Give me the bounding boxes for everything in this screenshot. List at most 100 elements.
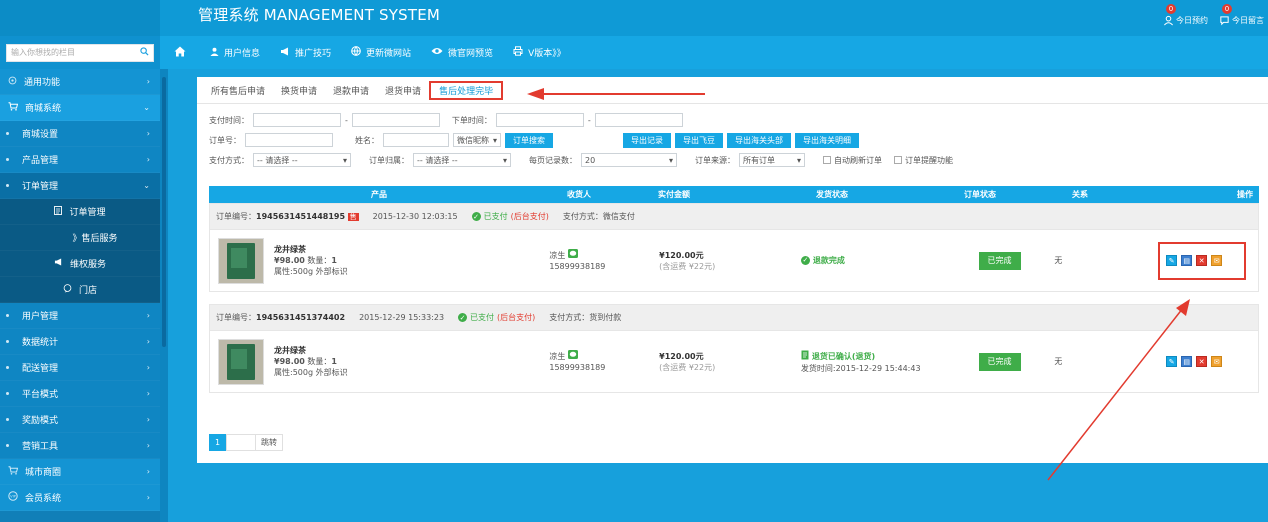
order-group-label: 订单归属： [369,155,409,165]
sidebar-subitem-rights[interactable]: 维权服务 [0,251,160,277]
product-image[interactable] [218,338,264,385]
top-navbar: 用户信息 推广技巧 更新微网站 微官网预览 V版本》》 [160,36,1268,69]
order-source-select[interactable]: 所有订单 ▾ [739,153,805,167]
export-customs-detail-button[interactable]: 导出海关明细 [795,132,859,148]
order-group-select[interactable]: -- 请选择 -- ▾ [413,153,511,167]
sidebar-item-mall-settings[interactable]: 商城设置 › [0,121,160,147]
nav-user-info[interactable]: 用户信息 [200,36,270,69]
sidebar-subitem-after-sales[interactable]: 》售后服务 [0,225,160,251]
edit-icon[interactable]: ✎ [1166,356,1178,367]
page-jump-button[interactable]: 跳转 [256,434,283,451]
order-time-end-input[interactable] [594,113,683,127]
nav-preview-site[interactable]: 微官网预览 [421,36,503,69]
checkbox[interactable] [823,156,831,164]
user-icon [1162,14,1174,26]
trash-icon[interactable]: ✕ [1196,356,1208,367]
paid-status: ✓ 已支付 (后台支付) [471,211,549,222]
scrollbar-thumb[interactable] [162,77,166,347]
megaphone-icon [280,47,290,59]
pay-time-end-input[interactable] [351,113,440,127]
paid-text: 已支付 [470,313,495,322]
ship-status-cell: 退货已确认(退货) 发货时间:2015-12-29 15:44:43 [801,331,979,392]
export-feidou-button[interactable]: 导出飞豆 [675,132,723,148]
select-value: 20 [585,155,596,165]
sidebar-item-label: 订单管理 [69,208,106,218]
filter-row-time: 支付时间： - 下单时间： - [209,110,1256,130]
pay-time-start-input[interactable] [253,113,341,127]
view-icon[interactable]: ▤ [1181,356,1193,367]
ship-status-text: 退货已确认(退货) [811,351,876,361]
caret-down-icon: ▾ [342,155,347,165]
bullet-icon [6,444,9,447]
name-input[interactable] [383,133,449,147]
order-no-input[interactable] [245,133,333,147]
product-image[interactable] [218,237,264,284]
sidebar-item-users[interactable]: 用户管理 › [0,303,160,329]
sidebar-item-city[interactable]: 城市商圈 › [0,459,160,485]
checkbox[interactable] [894,156,902,164]
page-jump-input[interactable] [226,434,256,451]
tab-refund[interactable]: 退款申请 [325,77,377,104]
product-name[interactable]: 龙井绿茶 [274,244,348,255]
nav-update-site[interactable]: 更新微网站 [341,36,421,69]
sidebar-item-orders[interactable]: 订单管理 ⌄ [0,173,160,199]
order-search-button[interactable]: 订单搜索 [505,132,553,148]
order-status-cell: 已完成 [978,230,1055,291]
order-status-cell: 已完成 [978,331,1055,392]
chevron-right-icon: › [146,363,150,372]
sidebar-item-rewards[interactable]: 奖励模式 › [0,407,160,433]
sidebar-item-delivery[interactable]: 配送管理 › [0,355,160,381]
home-button[interactable] [160,36,200,69]
search-icon[interactable] [140,47,149,58]
nav-promotion-tips[interactable]: 推广技巧 [270,36,341,69]
orders-table: 产品 收货人 实付金额 发货状态 订单状态 关系 操作 订单编号：1945631… [209,186,1259,393]
export-records-button[interactable]: 导出记录 [623,132,671,148]
export-customs-head-button[interactable]: 导出海关头部 [727,132,791,148]
product-name[interactable]: 龙井绿茶 [274,345,348,356]
check-circle-icon: ✓ [458,313,468,322]
sidebar-subitem-order-manage[interactable]: 订单管理 [0,199,160,225]
sidebar-item-marketing[interactable]: 营销工具 › [0,433,160,459]
sidebar-search-input[interactable]: 输入你想找的栏目 [6,43,154,62]
tab-exchange[interactable]: 换货申请 [273,77,325,104]
chevron-right-icon: › [146,441,150,450]
note-icon[interactable]: ✉ [1211,356,1223,367]
pay-method-select[interactable]: -- 请选择 -- ▾ [253,153,351,167]
sidebar-item-label: 营销工具 [22,442,59,452]
product-price: ¥98.00 [274,357,305,366]
paid-text: 已支付 [483,212,508,221]
sidebar-scrollbar[interactable] [160,69,168,522]
sidebar-item-mall[interactable]: 商城系统 ⌄ [0,95,160,121]
sidebar-item-label: 门店 [78,286,97,296]
sidebar-item-platform[interactable]: 平台模式 › [0,381,160,407]
tab-return[interactable]: 退货申请 [377,77,429,104]
sidebar-subitem-store[interactable]: 门店 [0,277,160,303]
auto-refresh-toggle[interactable]: 自动刷新订单 [823,155,882,166]
nickname-select[interactable]: 微信昵称 ▾ [453,133,501,147]
megaphone-icon [54,258,63,269]
sidebar-item-stats[interactable]: 数据统计 › [0,329,160,355]
sidebar-item-general[interactable]: 通用功能 › [0,69,160,95]
receiver-phone: 15899938189 [549,363,606,372]
svg-text:VIP: VIP [10,495,17,499]
order-alert-toggle[interactable]: 订单提醒功能 [894,155,953,166]
paid-sub: (后台支付) [497,313,536,322]
today-messages[interactable]: 0 今日留言 [1218,4,1264,26]
sidebar-item-members[interactable]: VIP 会员系统 › [0,485,160,511]
sidebar-item-products[interactable]: 产品管理 › [0,147,160,173]
product-info: 龙井绿茶 ¥98.00 数量：1 属性:500g 外部标识 [274,244,348,277]
page-size-select[interactable]: 20 ▾ [581,153,677,167]
bullet-icon [6,314,9,317]
tab-all-after-sales[interactable]: 所有售后申请 [203,77,273,104]
order-source-label: 订单来源： [695,155,735,165]
sidebar-item-label: 订单管理 [22,182,59,192]
page-current[interactable]: 1 [209,434,226,451]
order-time-start-input[interactable] [495,113,584,127]
tab-completed[interactable]: 售后处理完毕 [429,80,504,100]
today-appointments[interactable]: 0 今日预约 [1162,4,1208,26]
receiver-line: 凉生 [549,350,578,362]
ship-status-text: 退款完成 [812,256,845,265]
nav-version[interactable]: V版本》》 [503,36,576,69]
column-header: 产品 [371,190,387,199]
paid-sub: (后台支付) [510,212,549,221]
